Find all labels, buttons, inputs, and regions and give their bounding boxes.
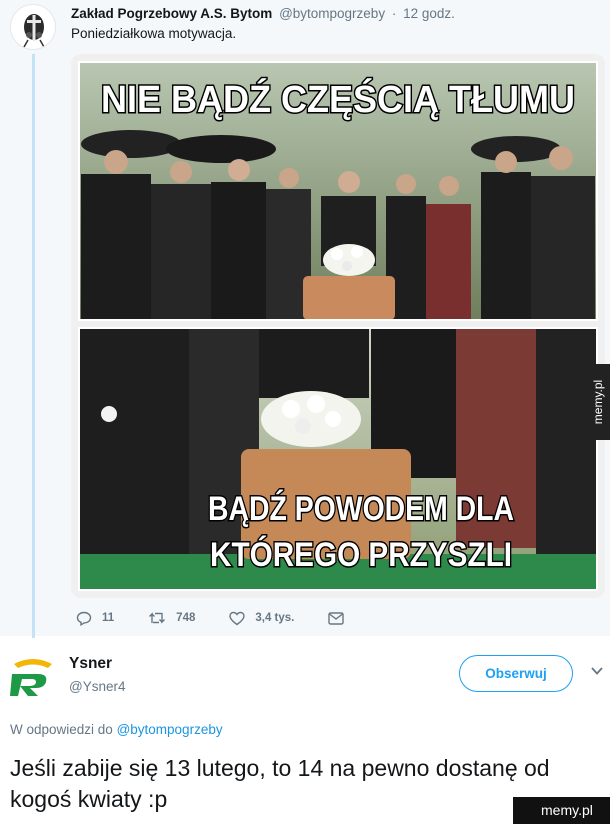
bottom-watermark: memy.pl [513,797,610,824]
reply-to-prefix: W odpowiedzi do [10,722,113,737]
meme-image[interactable]: NIE BĄDŹ CZĘŚCIĄ TŁUMU BĄDŹ POWODEM DLA … [71,54,605,598]
meme-top-caption: NIE BĄDŹ CZĘŚCIĄ TŁUMU [101,77,575,121]
retweet-icon [149,612,166,624]
reply-author-handle[interactable]: @Ysner4 [69,679,125,694]
avatar-ysner[interactable] [8,656,58,698]
author-handle[interactable]: @bytompogrzeby [279,6,385,21]
meme-bottom-caption-line1: BĄDŹ POWODEM DLA [208,490,514,528]
reply-icon [76,611,92,626]
like-action[interactable]: 3,4 tys. [229,611,294,626]
author-name[interactable]: Zakład Pogrzebowy A.S. Bytom [71,6,272,21]
reply-context: W odpowiedzi do @bytompogrzeby [10,722,223,737]
ysner-logo-icon [10,659,52,696]
reply-to-mention[interactable]: @bytompogrzeby [117,722,223,737]
retweet-action[interactable]: 748 [148,611,195,625]
follow-button[interactable]: Obserwuj [459,655,573,692]
side-watermark: memy.pl [586,364,610,440]
bottom-watermark-text: memy.pl [541,802,593,818]
direct-message-action[interactable] [328,611,354,625]
tweet-timestamp[interactable]: 12 godz. [403,6,455,21]
tweet-header: Zakład Pogrzebowy A.S. Bytom @bytompogrz… [71,6,455,21]
tweet-text: Poniedziałkowa motywacja. [71,26,237,41]
envelope-icon [328,611,345,625]
avatar-funeral-home[interactable] [10,4,56,50]
reply-action[interactable]: 11 [76,611,114,626]
wreath-icon [11,5,55,49]
reply-count: 11 [102,612,115,624]
retweet-count: 748 [176,612,196,624]
thread-connector-line [32,54,35,638]
tweet-original: Zakład Pogrzebowy A.S. Bytom @bytompogrz… [0,0,610,638]
chevron-down-icon[interactable] [590,665,604,677]
reply-author-name[interactable]: Ysner [69,655,112,673]
heart-icon [229,611,246,625]
side-watermark-text: memy.pl [591,379,605,425]
meme-bottom-caption-line2: KTÓREGO PRZYSZLI [210,536,512,574]
reply-tweet-text: Jeśli zabije się 13 lutego, to 14 na pew… [10,755,550,812]
like-count: 3,4 tys. [255,612,295,624]
tweet-actions-bar: 11 748 3,4 tys. [76,608,388,628]
header-separator: · [391,6,397,21]
